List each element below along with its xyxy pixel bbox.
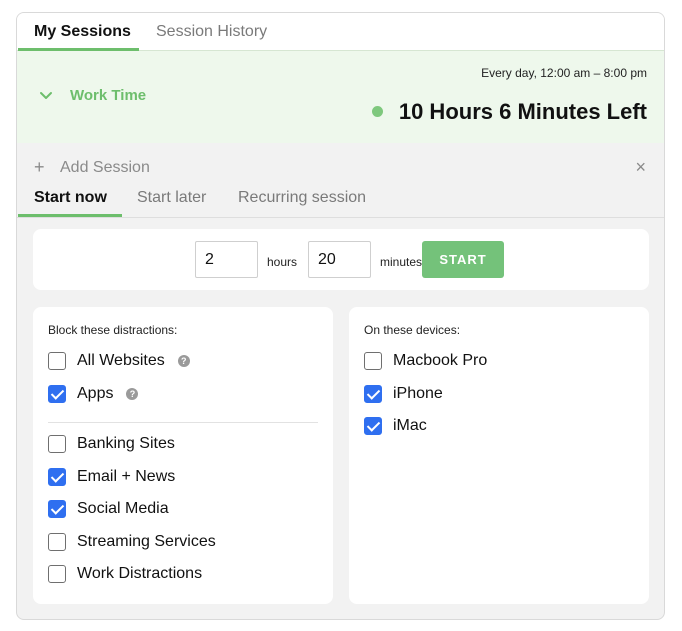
device-label: Macbook Pro	[393, 352, 488, 369]
active-session: Work Time Every day, 12:00 am – 8:00 pm …	[17, 51, 664, 143]
minutes-input[interactable]	[308, 241, 371, 278]
option-label: Apps	[77, 385, 114, 402]
option-label: Banking Sites	[77, 435, 175, 452]
focus-panel: My Sessions Session History Work Time Ev…	[16, 12, 665, 620]
block-distractions-card: Block these distractions: All Websites ?…	[33, 307, 333, 604]
top-tabs: My Sessions Session History	[17, 13, 664, 51]
option-label: All Websites	[77, 352, 165, 369]
device-imac[interactable]: iMac	[364, 415, 427, 437]
tab-recurring-session[interactable]: Recurring session	[238, 189, 366, 207]
checkbox[interactable]	[364, 352, 382, 370]
option-apps[interactable]: Apps ?	[48, 383, 139, 405]
device-macbook-pro[interactable]: Macbook Pro	[364, 350, 487, 372]
hours-label: hours	[267, 255, 298, 269]
device-label: iPhone	[393, 385, 443, 402]
chevron-down-icon[interactable]	[39, 89, 53, 103]
help-icon[interactable]: ?	[177, 355, 190, 367]
start-button[interactable]: START	[422, 241, 504, 278]
checkbox[interactable]	[364, 417, 382, 435]
option-social-media[interactable]: Social Media	[48, 498, 169, 520]
tab-session-history[interactable]: Session History	[156, 23, 267, 41]
checkbox[interactable]	[48, 565, 66, 583]
device-label: iMac	[393, 417, 427, 434]
add-session-label[interactable]: Add Session	[60, 159, 150, 177]
checkbox[interactable]	[48, 500, 66, 518]
session-schedule: Every day, 12:00 am – 8:00 pm	[481, 66, 647, 80]
minutes-label: minutes	[380, 255, 423, 269]
option-banking-sites[interactable]: Banking Sites	[48, 433, 175, 455]
device-iphone[interactable]: iPhone	[364, 383, 443, 405]
close-icon[interactable]: ×	[635, 157, 646, 178]
hours-input[interactable]	[195, 241, 258, 278]
active-subtab-indicator	[18, 214, 122, 217]
checkbox[interactable]	[48, 435, 66, 453]
option-label: Social Media	[77, 500, 169, 517]
plus-icon[interactable]: +	[34, 158, 45, 176]
tab-start-now[interactable]: Start now	[34, 189, 107, 207]
checkbox[interactable]	[48, 352, 66, 370]
tab-start-later[interactable]: Start later	[137, 189, 206, 207]
devices-card: On these devices: Macbook Pro iPhone iMa…	[349, 307, 649, 604]
tab-my-sessions[interactable]: My Sessions	[34, 23, 131, 41]
option-label: Work Distractions	[77, 565, 203, 582]
checkbox[interactable]	[48, 468, 66, 486]
help-icon[interactable]: ?	[126, 388, 139, 400]
option-label: Email + News	[77, 468, 176, 485]
option-email-news[interactable]: Email + News	[48, 466, 175, 488]
session-name[interactable]: Work Time	[70, 87, 146, 104]
devices-title: On these devices:	[364, 323, 461, 337]
session-type-tabs: Start now Start later Recurring session	[17, 185, 664, 218]
option-label: Streaming Services	[77, 533, 216, 550]
option-work-distractions[interactable]: Work Distractions	[48, 563, 202, 585]
status-dot	[371, 105, 383, 117]
time-remaining-text: 10 Hours 6 Minutes Left	[398, 99, 647, 124]
checkbox[interactable]	[48, 385, 66, 403]
option-streaming-services[interactable]: Streaming Services	[48, 531, 216, 553]
checkbox[interactable]	[364, 385, 382, 403]
option-all-websites[interactable]: All Websites ?	[48, 350, 190, 372]
timer-card: hours minutes START	[33, 229, 649, 290]
divider	[48, 422, 318, 423]
checkbox[interactable]	[48, 533, 66, 551]
block-title: Block these distractions:	[48, 323, 178, 337]
add-session-row: + Add Session ×	[17, 143, 664, 185]
time-remaining: 10 Hours 6 Minutes Left	[371, 99, 647, 125]
